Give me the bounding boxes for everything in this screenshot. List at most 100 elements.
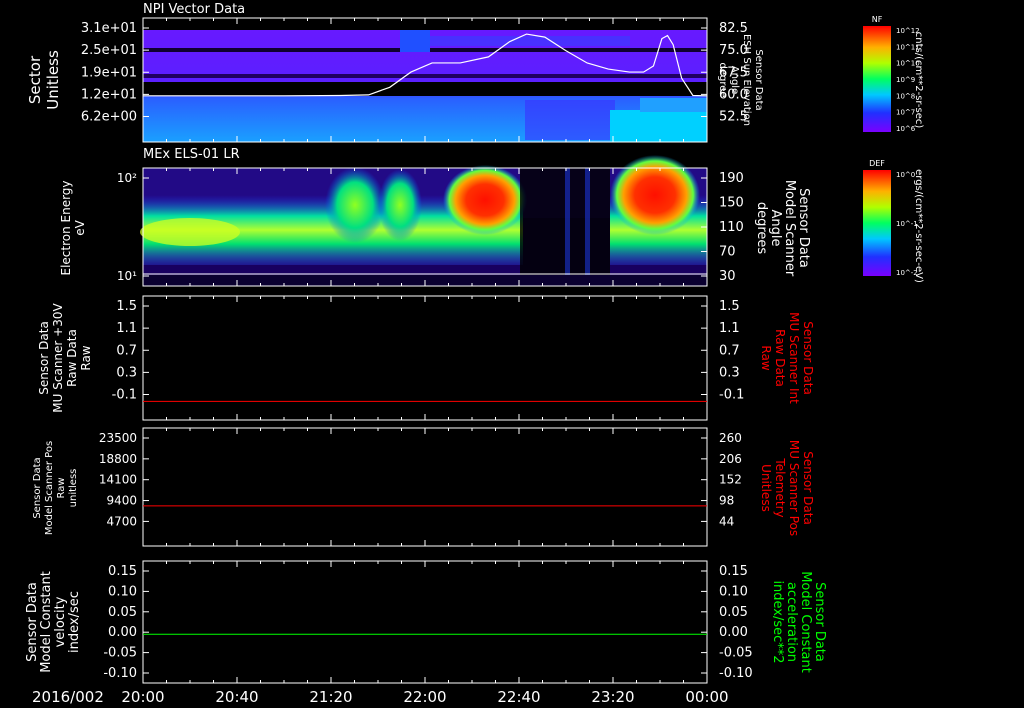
y-tick-label-left: 4700 <box>106 514 137 528</box>
npi-heatmap-bright-1 <box>400 30 430 52</box>
y-tick-label-right: 260 <box>719 431 742 445</box>
y-tick-label-left: 23500 <box>99 431 137 445</box>
model-constant-ylabel-right-4: index/sec**2 <box>770 580 785 663</box>
y-tick-label-left: 6.2e+00 <box>81 110 137 125</box>
y-tick-label-right: 152 <box>719 473 742 487</box>
x-tick-label: 22:40 <box>497 688 540 706</box>
scanner-pos-frame <box>142 427 708 547</box>
y-tick-label-left: -0.1 <box>112 388 137 403</box>
colorbar-nf: NF cnts/(cm**2-sr-sec) <box>863 15 924 132</box>
els-ylabel-right-3: Angle <box>768 210 783 247</box>
y-tick-label-left: 9400 <box>106 494 137 508</box>
y-tick-label-left: 1.2e+01 <box>81 87 137 102</box>
y-tick-label-right: 110 <box>719 220 744 235</box>
y-tick-label-right: 190 <box>719 171 744 186</box>
npi-heatmap <box>143 18 707 142</box>
els-heatmap-stripe-2 <box>585 168 590 286</box>
colorbar-tick-label: 10^8 <box>896 92 915 100</box>
scanner-pos-ylabel-left-3: Raw <box>56 477 67 498</box>
model-constant-ylabel-left: Sensor Data Model Constant velocity inde… <box>25 571 82 673</box>
y-tick-label-right: 206 <box>719 452 742 466</box>
y-tick-label-right: 70 <box>719 245 736 260</box>
scanner-pos-ylabel-left-2: Model Scanner Pos <box>44 441 55 535</box>
els-heatmap-hot-1 <box>443 165 527 235</box>
panel-scanner-pos: Sensor Data Model Scanner Pos Raw unitle… <box>32 427 815 547</box>
y-tick-label-right: 75.0 <box>719 43 748 58</box>
y-tick-label-right: 60.0 <box>719 87 748 102</box>
mu-30v-ylabel-right-2: MU Scanner Int <box>787 312 801 404</box>
colorbar-def: DEF ergs/(cm**2-sr-sec-eV) <box>863 159 924 283</box>
y-tick-label-left: 10² <box>117 171 137 185</box>
y-tick-label-right: 1.5 <box>719 299 740 314</box>
scanner-pos-ylabel-right-2: MU Scanner Pos <box>787 440 801 536</box>
y-tick-label-left: 0.10 <box>108 584 137 599</box>
colorbar-tick-label: 10^9 <box>896 76 915 84</box>
y-tick-label-right: 67.5 <box>719 65 748 80</box>
els-heatmap-green-1 <box>325 167 385 243</box>
y-tick-label-right: -0.1 <box>719 388 744 403</box>
colorbar-nf-label: NF <box>872 15 883 24</box>
scanner-pos-ylabel-left-4: unitless <box>68 469 79 508</box>
y-tick-label-right: 0.05 <box>719 605 748 620</box>
mu-30v-ylabel-left: Sensor Data MU Scanner +30V Raw Data Raw <box>37 303 93 413</box>
y-tick-label-left: 18800 <box>99 452 137 466</box>
y-tick-label-left: 1.1 <box>116 321 137 336</box>
npi-heatmap-bright-4 <box>610 110 707 142</box>
npi-heatmap-gap <box>143 82 707 96</box>
y-tick-label-right: 0.7 <box>719 343 740 358</box>
y-tick-label-left: 1.5 <box>116 299 137 314</box>
scanner-pos-ylabel-left: Sensor Data Model Scanner Pos Raw unitle… <box>32 441 79 535</box>
els-ylabel-right-2: Model Scanner <box>782 180 797 277</box>
scanner-pos-ylabel-left-1: Sensor Data <box>32 457 43 518</box>
mu-30v-ylabel-right-4: Raw <box>759 345 773 370</box>
mu-30v-ylabel-left-3: Raw Data <box>65 329 79 387</box>
els-ylabel-right: Sensor Data Model Scanner Angle degrees <box>754 180 811 277</box>
model-constant-ylabel-right-2: Model Constant <box>798 571 813 673</box>
els-ylabel-right-1: Sensor Data <box>796 188 811 268</box>
npi-heatmap-band-dark <box>143 74 707 78</box>
colorbar-def-units: ergs/(cm**2-sr-sec-eV) <box>913 169 924 283</box>
mu-30v-ylabel-left-4: Raw <box>79 345 93 370</box>
model-constant-ylabel-left-4: index/sec <box>67 591 82 653</box>
npi-ylabel-right-1: Sensor Data <box>753 49 764 110</box>
y-tick-label-right: 1.1 <box>719 321 740 336</box>
panel-npi-title: NPI Vector Data <box>143 2 245 17</box>
x-tick-label: 20:40 <box>215 688 258 706</box>
y-tick-label-right: 150 <box>719 196 744 211</box>
npi-heatmap-bright-2 <box>430 36 630 46</box>
colorbar-nf-units: cnts/(cm**2-sr-sec) <box>913 32 924 129</box>
model-constant-ylabel-left-3: velocity <box>53 596 68 647</box>
x-tick-label: 20:00 <box>121 688 164 706</box>
y-tick-label-left: -0.10 <box>103 666 137 681</box>
els-ylabel-right-4: degrees <box>754 202 769 255</box>
model-constant-ylabel-left-1: Sensor Data <box>25 582 40 662</box>
y-tick-label-left: 0.15 <box>108 564 137 579</box>
y-tick-label-left: 0.00 <box>108 625 137 640</box>
els-heatmap-green-2 <box>378 169 422 241</box>
x-tick-label: 21:20 <box>309 688 352 706</box>
scanner-pos-ylabel-right: Sensor Data MU Scanner Pos Telemetry Uni… <box>759 440 815 536</box>
y-tick-label-right: 98 <box>719 494 734 508</box>
y-tick-label-right: 44 <box>719 514 734 528</box>
panel-els-title: MEx ELS-01 LR <box>143 147 240 162</box>
y-tick-label-left: 1.9e+01 <box>81 65 137 80</box>
colorbar-nf-bar <box>863 26 891 132</box>
npi-heatmap-bright-3 <box>525 100 615 140</box>
model-constant-ylabel-right-1: Sensor Data <box>812 582 827 662</box>
els-heatmap-warm-1 <box>140 218 240 246</box>
y-tick-label-left: -0.05 <box>103 646 137 661</box>
y-tick-label-right: 30 <box>719 269 736 284</box>
els-ylabel-left-1: Electron Energy <box>59 180 73 275</box>
y-tick-label-right: 52.5 <box>719 110 748 125</box>
colorbar-tick-label: 10^6 <box>896 125 916 133</box>
y-tick-label-left: 3.1e+01 <box>81 21 137 36</box>
mu-30v-ylabel-right: Sensor Data MU Scanner Int Raw Data Raw <box>759 312 815 404</box>
panel-model-constant: Sensor Data Model Constant velocity inde… <box>25 560 827 684</box>
y-tick-label-left: 2.5e+01 <box>81 43 137 58</box>
y-tick-label-right: 82.5 <box>719 21 748 36</box>
y-tick-label-right: -0.10 <box>719 666 753 681</box>
colorbar-def-label: DEF <box>869 159 885 168</box>
npi-heatmap-bright-5 <box>640 98 707 112</box>
y-tick-label-left: 0.7 <box>116 343 137 358</box>
panel-els: MEx ELS-01 LR Electron Energy eV Sensor … <box>59 147 811 287</box>
